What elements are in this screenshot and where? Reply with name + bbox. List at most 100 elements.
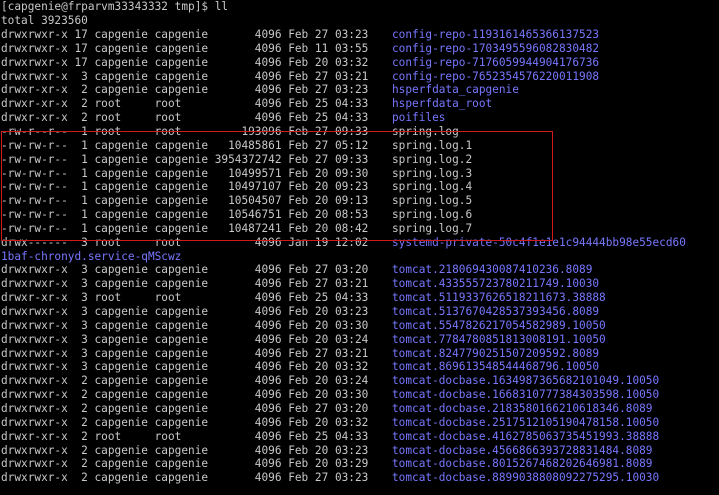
listing-row: drwxrwxr-x 2 capgenie capgenie 4096 Feb … xyxy=(1,374,659,388)
listing-row: drwxr-xr-x 2 capgenie capgenie 4096 Feb … xyxy=(1,83,519,97)
listing-row-meta: drwxrwxr-x 3 capgenie capgenie 4096 Feb … xyxy=(1,332,369,346)
directory-name: tomcat-docbase.4566866393728831484.8089 xyxy=(392,443,653,457)
listing-row-meta: drwxr-xr-x 2 capgenie capgenie 4096 Feb … xyxy=(1,83,369,97)
file-name: spring.log.4 xyxy=(392,180,473,194)
directory-name: hsperfdata_capgenie xyxy=(392,83,519,97)
directory-name: tomcat.5119337626518211673.38888 xyxy=(392,291,606,305)
shell-prompt: [capgenie@frparvm33343332 tmp]$ ll xyxy=(1,0,229,13)
listing-row: -rw-rw-r-- 1 capgenie capgenie 10504507 … xyxy=(1,194,472,208)
directory-name: tomcat.433555723780211749.10030 xyxy=(392,277,600,291)
listing-row-meta: drwxrwxr-x 2 capgenie capgenie 4096 Feb … xyxy=(1,471,369,485)
listing-row-meta: -rw-rw-r-- 1 capgenie capgenie 395437274… xyxy=(1,152,369,166)
file-name: spring.log.6 xyxy=(392,208,473,222)
file-name: spring.log.3 xyxy=(392,166,473,180)
listing-row: drwxr-xr-x 2 root root 4096 Feb 25 04:33… xyxy=(1,97,492,111)
listing-row: drwxrwxr-x 2 capgenie capgenie 4096 Feb … xyxy=(1,415,659,430)
listing-row-meta: drwxr-xr-x 2 root root 4096 Feb 25 04:33 xyxy=(1,111,369,125)
directory-name: tomcat-docbase.4162785063735451993.38888 xyxy=(392,429,660,443)
listing-row: drwxr-xr-x 3 root root 4096 Feb 25 04:33… xyxy=(1,291,606,305)
directory-name: tomcat-docbase.1634987365682101049.10050 xyxy=(392,374,660,388)
listing-row-meta: drwxrwxr-x 3 capgenie capgenie 4096 Feb … xyxy=(1,318,369,332)
listing-row-meta: drwxr-xr-x 2 root root 4096 Feb 25 04:33 xyxy=(1,97,369,111)
listing-row: drwxrwxr-x 3 capgenie capgenie 4096 Feb … xyxy=(1,346,599,361)
listing-row-meta: drwxrwxr-x 2 capgenie capgenie 4096 Feb … xyxy=(1,443,369,457)
directory-name: hsperfdata_root xyxy=(392,97,493,111)
listing-row: drwxr-xr-x 2 root root 4096 Feb 25 04:33… xyxy=(1,429,659,444)
directory-name: tomcat-docbase.8899038808092275295.10030 xyxy=(392,471,660,485)
listing-row-meta: drwxrwxr-x 3 capgenie capgenie 4096 Feb … xyxy=(1,346,369,360)
directory-name: tomcat.869613548544468796.10050 xyxy=(392,360,600,374)
listing-row: drwxrwxr-x 3 capgenie capgenie 4096 Feb … xyxy=(1,69,599,84)
listing-row-meta: -rw-rw-r-- 1 capgenie capgenie 10497107 … xyxy=(1,180,369,194)
listing-row: drwxrwxr-x 17 capgenie capgenie 4096 Feb… xyxy=(1,41,599,56)
listing-row: drwxrwxr-x 2 capgenie capgenie 4096 Feb … xyxy=(1,388,659,402)
file-name: spring.log.5 xyxy=(392,194,473,208)
listing-row: drwxr-xr-x 2 root root 4096 Feb 25 04:33… xyxy=(1,111,445,125)
listing-row-meta: drwxrwxr-x 2 capgenie capgenie 4096 Feb … xyxy=(1,415,369,429)
listing-row-meta: drwxrwxr-x 2 capgenie capgenie 4096 Feb … xyxy=(1,374,369,388)
listing-row-meta: -rw-r--r-- 1 root root 193096 Feb 27 09:… xyxy=(1,124,369,138)
listing-row: drwxrwxr-x 3 capgenie capgenie 4096 Feb … xyxy=(1,263,592,277)
listing-row-meta: -rw-rw-r-- 1 capgenie capgenie 10546751 … xyxy=(1,208,369,222)
file-name: spring.log.7 xyxy=(392,221,473,235)
listing-row-meta: drwxrwxr-x 3 capgenie capgenie 4096 Feb … xyxy=(1,263,369,277)
directory-name: tomcat-docbase.2183580166210618346.8089 xyxy=(392,401,653,415)
listing-row: drwxrwxr-x 3 capgenie capgenie 4096 Feb … xyxy=(1,360,599,374)
listing-row-meta: drwxrwxr-x 17 capgenie capgenie 4096 Feb… xyxy=(1,28,369,41)
listing-row: drwx------ 3 root root 4096 Jan 19 12:02… xyxy=(1,235,686,250)
listing-row-meta: drwxrwxr-x 2 capgenie capgenie 4096 Feb … xyxy=(1,388,369,402)
file-name: spring.log xyxy=(392,124,459,138)
listing-row-meta: drwxrwxr-x 3 capgenie capgenie 4096 Feb … xyxy=(1,69,369,83)
listing-row: drwxrwxr-x 3 capgenie capgenie 4096 Feb … xyxy=(1,332,606,347)
total-line: total 3923560 xyxy=(1,14,88,27)
directory-name: tomcat.7784780851813008191.10050 xyxy=(392,332,606,346)
directory-name: systemd-private-50c4f1e1e1c94444bb98e55e… xyxy=(392,235,686,249)
directory-name: tomcat-docbase.2517512105190478158.10050 xyxy=(392,415,660,429)
listing-row: -rw-rw-r-- 1 capgenie capgenie 10546751 … xyxy=(1,208,472,222)
listing-row-meta: -rw-rw-r-- 1 capgenie capgenie 10504507 … xyxy=(1,194,369,208)
directory-name: tomcat-docbase.1668310777384303598.10050 xyxy=(392,388,660,402)
listing-row: drwxrwxr-x 3 capgenie capgenie 4096 Feb … xyxy=(1,318,606,333)
listing-row-meta: -rw-rw-r-- 1 capgenie capgenie 10499571 … xyxy=(1,166,369,180)
directory-name: config-repo-1193161465366137523 xyxy=(392,28,600,41)
listing-row: -rw-rw-r-- 1 capgenie capgenie 10485861 … xyxy=(1,138,472,153)
listing-row-meta: -rw-rw-r-- 1 capgenie capgenie 10485861 … xyxy=(1,138,369,152)
terminal-window[interactable]: [capgenie@frparvm33343332 tmp]$ ll total… xyxy=(0,0,719,495)
listing-row: drwxrwxr-x 2 capgenie capgenie 4096 Feb … xyxy=(1,443,652,458)
listing-row: drwxrwxr-x 2 capgenie capgenie 4096 Feb … xyxy=(1,471,659,485)
listing-row-meta: drwxrwxr-x 17 capgenie capgenie 4096 Feb… xyxy=(1,41,369,55)
directory-name: tomcat.5547826217054582989.10050 xyxy=(392,318,606,332)
directory-name: tomcat.8247790251507209592.8089 xyxy=(392,346,600,360)
listing-row-meta: drwxrwxr-x 2 capgenie capgenie 4096 Feb … xyxy=(1,401,369,415)
listing-row-meta: drwx------ 3 root root 4096 Jan 19 12:02 xyxy=(1,235,369,249)
listing-row: -rw-rw-r-- 1 capgenie capgenie 10497107 … xyxy=(1,180,472,194)
listing-row-meta: drwxr-xr-x 2 root root 4096 Feb 25 04:33 xyxy=(1,429,369,443)
directory-name: config-repo-765235457622001190⁠​8 xyxy=(392,69,600,83)
listing-row: -rw-rw-r-- 1 capgenie capgenie 10487241 … xyxy=(1,221,472,236)
listing-row-meta: drwxrwxr-x 3 capgenie capgenie 4096 Feb … xyxy=(1,360,369,374)
directory-name: config-repo-1703495596082830482 xyxy=(392,41,600,55)
directory-name: poifiles xyxy=(392,111,446,125)
listing-row-meta: drwxrwxr-x 2 capgenie capgenie 4096 Feb … xyxy=(1,457,369,471)
file-name: spring.log.1 xyxy=(392,138,473,152)
listing-row: drwxrwxr-x 2 capgenie capgenie 4096 Feb … xyxy=(1,401,652,416)
directory-name: 1baf-chronyd.service-qMScwz xyxy=(1,249,182,263)
listing-row: -rw-rw-r-- 1 capgenie capgenie 10499571 … xyxy=(1,166,472,181)
listing-row: drwxrwxr-x 17 capgenie capgenie 4096 Feb… xyxy=(1,28,599,42)
file-name: spring.log.2 xyxy=(392,152,473,166)
directory-name: tomcat.218069430087410236.8089 xyxy=(392,263,593,277)
directory-name: tomcat.5137670428537393456.8089 xyxy=(392,305,600,318)
listing-row: -rw-r--r-- 1 root root 193096 Feb 27 09:… xyxy=(1,124,459,139)
listing-row: drwxrwxr-x 2 capgenie capgenie 4096 Feb … xyxy=(1,457,652,471)
listing-row-meta: drwxr-xr-x 3 root root 4096 Feb 25 04:33 xyxy=(1,291,369,305)
directory-name: config-repo-7176059944904176736 xyxy=(392,55,600,69)
listing-row: drwxrwxr-x 3 capgenie capgenie 4096 Feb … xyxy=(1,277,599,291)
directory-name: tomcat-docbase.8015267468202646981.8089 xyxy=(392,457,653,471)
listing-row-meta: drwxrwxr-x 17 capgenie capgenie 4096 Feb… xyxy=(1,55,369,69)
listing-row-meta: drwxrwxr-x 3 capgenie capgenie 4096 Feb … xyxy=(1,277,369,291)
listing-row: -rw-rw-r-- 1 capgenie capgenie 395437274… xyxy=(1,152,472,167)
listing-row: drwxrwxr-x 3 capgenie capgenie 4096 Feb … xyxy=(1,305,599,319)
listing-row: drwxrwxr-x 17 capgenie capgenie 4096 Feb… xyxy=(1,55,599,70)
listing-row-meta: -rw-rw-r-- 1 capgenie capgenie 10487241 … xyxy=(1,221,369,235)
listing-row-meta: drwxrwxr-x 3 capgenie capgenie 4096 Feb … xyxy=(1,305,369,318)
